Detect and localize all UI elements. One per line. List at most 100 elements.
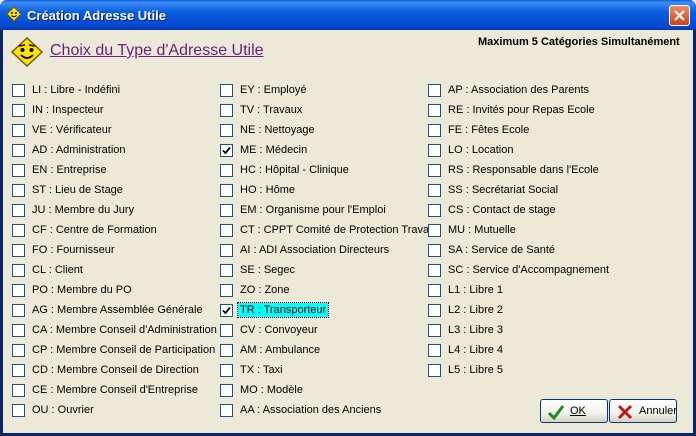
checkbox[interactable]: [220, 344, 233, 357]
category-label: AP : Association des Parents: [448, 84, 590, 96]
category-label: RE : Invités pour Repas Ecole: [448, 104, 595, 116]
close-icon: [674, 10, 685, 21]
category-label: ZO : Zone: [240, 284, 290, 296]
category-label: PO : Membre du PO: [32, 284, 132, 296]
checkbox[interactable]: [12, 304, 25, 317]
category-label: LO : Location: [448, 144, 514, 156]
checkbox[interactable]: [220, 324, 233, 337]
checkbox[interactable]: [12, 284, 25, 297]
checkbox[interactable]: [12, 244, 25, 257]
title-bar[interactable]: Création Adresse Utile: [0, 0, 696, 30]
category-label: FE : Fêtes Ecole: [448, 124, 530, 136]
category-label: ST : Lieu de Stage: [32, 184, 123, 196]
category-label: TX : Taxi: [240, 364, 283, 376]
category-label: EN : Entreprise: [32, 164, 107, 176]
checkbox[interactable]: [428, 264, 441, 277]
checkbox[interactable]: [428, 344, 441, 357]
checkbox[interactable]: [220, 164, 233, 177]
checkbox[interactable]: [428, 324, 441, 337]
cancel-button[interactable]: Annuler: [609, 399, 677, 423]
checkbox[interactable]: [12, 344, 25, 357]
category-label: CF : Centre de Formation: [32, 224, 157, 236]
category-label: CL : Client: [32, 264, 83, 276]
checkbox[interactable]: [428, 304, 441, 317]
category-label: HC : Hôpital - Clinique: [240, 164, 349, 176]
checkbox[interactable]: [220, 284, 233, 297]
checkbox[interactable]: [220, 84, 233, 97]
check-icon: [222, 146, 231, 155]
category-label: MO : Modèle: [240, 384, 303, 396]
cancel-button-label: Annuler: [639, 405, 677, 417]
category-label: LI : Libre - Indéfini: [32, 84, 121, 96]
checkbox[interactable]: [220, 404, 233, 417]
checkbox[interactable]: [12, 384, 25, 397]
checkbox[interactable]: [428, 224, 441, 237]
category-label: L4 : Libre 4: [448, 344, 504, 356]
category-label: TV : Travaux: [240, 104, 303, 116]
checkbox[interactable]: [428, 104, 441, 117]
ok-button[interactable]: OK: [540, 399, 608, 423]
checkbox[interactable]: [220, 304, 233, 317]
checkbox[interactable]: [12, 144, 25, 157]
checkbox[interactable]: [220, 104, 233, 117]
close-button[interactable]: [669, 5, 690, 26]
category-label: AD : Administration: [32, 144, 126, 156]
category-label: CP : Membre Conseil de Participation: [32, 344, 216, 356]
category-label: MU : Mutuelle: [448, 224, 516, 236]
checkbox[interactable]: [12, 84, 25, 97]
category-label: SA : Service de Santé: [448, 244, 556, 256]
checkbox[interactable]: [220, 264, 233, 277]
checkbox[interactable]: [12, 404, 25, 417]
category-label: IN : Inspecteur: [32, 104, 104, 116]
checkbox[interactable]: [428, 164, 441, 177]
check-icon: [222, 306, 231, 315]
checkbox[interactable]: [12, 104, 25, 117]
smiley-face-icon: [6, 6, 22, 22]
window-title: Création Adresse Utile: [27, 8, 166, 23]
checkbox[interactable]: [220, 384, 233, 397]
checkbox[interactable]: [428, 204, 441, 217]
checkbox[interactable]: [428, 84, 441, 97]
category-label: SC : Service d'Accompagnement: [448, 264, 610, 276]
category-label: CD : Membre Conseil de Direction: [32, 364, 199, 376]
checkbox[interactable]: [428, 144, 441, 157]
checkbox[interactable]: [428, 184, 441, 197]
cancel-x-icon: [617, 404, 633, 420]
category-label: HO : Hôme: [240, 184, 296, 196]
checkbox[interactable]: [428, 124, 441, 137]
checkbox[interactable]: [12, 204, 25, 217]
checkbox[interactable]: [12, 164, 25, 177]
checkbox[interactable]: [220, 244, 233, 257]
checkbox[interactable]: [220, 184, 233, 197]
category-label: CT : CPPT Comité de Protection Travail: [240, 224, 434, 236]
checkbox[interactable]: [220, 224, 233, 237]
category-label: AM : Ambulance: [240, 344, 321, 356]
category-label: EM : Organisme pour l'Emploi: [240, 204, 386, 216]
checkmark-icon: [548, 405, 564, 420]
checkbox[interactable]: [12, 264, 25, 277]
category-label: L3 : Libre 3: [448, 324, 504, 336]
checkbox[interactable]: [12, 224, 25, 237]
section-title: Choix du Type d'Adresse Utile: [50, 42, 264, 59]
category-label: CS : Contact de stage: [448, 204, 556, 216]
checkbox[interactable]: [220, 364, 233, 377]
checkbox[interactable]: [428, 244, 441, 257]
checkbox[interactable]: [220, 144, 233, 157]
smiley-face-icon: [11, 37, 43, 67]
checkbox[interactable]: [428, 284, 441, 297]
checkbox[interactable]: [220, 124, 233, 137]
checkbox[interactable]: [220, 204, 233, 217]
category-label: NE : Nettoyage: [240, 124, 315, 136]
category-label: SS : Secrétariat Social: [448, 184, 559, 196]
max-categories-note: Maximum 5 Catégories Simultanément: [478, 36, 680, 48]
category-label: VE : Vérificateur: [32, 124, 112, 136]
category-label: FO : Fournisseur: [32, 244, 115, 256]
checkbox[interactable]: [428, 364, 441, 377]
category-label: SE : Segec: [240, 264, 296, 276]
category-label: CV : Convoyeur: [240, 324, 318, 336]
checkbox[interactable]: [12, 184, 25, 197]
checkbox[interactable]: [12, 124, 25, 137]
checkbox[interactable]: [12, 324, 25, 337]
category-label: CA : Membre Conseil d'Administration: [32, 324, 217, 336]
checkbox[interactable]: [12, 364, 25, 377]
